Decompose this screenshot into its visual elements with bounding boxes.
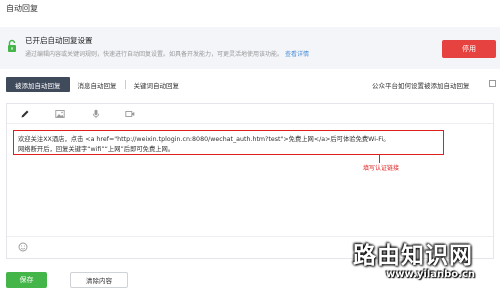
reply-text-line-1: 欢迎关注XX酒店，点击 <a href="http://weixin.tplog… xyxy=(18,136,390,143)
reply-content-highlight: 欢迎关注XX酒店，点击 <a href="http://weixin.tplog… xyxy=(13,130,444,155)
status-description-text: 通过编辑内容或关键词规则，快速进行自动回复设置。如具备开发能力，可更灵活地使用该… xyxy=(25,51,284,58)
reply-text-line-2: 网络断开后，回复关键字“wifi”“上网”后即可免费上网。 xyxy=(18,146,175,153)
disable-button[interactable]: 停用 xyxy=(442,40,496,58)
page-title: 自动回复 xyxy=(6,4,38,13)
help-link[interactable]: 公众平台如何设置被添加自动回复 xyxy=(372,80,470,90)
annotation-label: 填写认证链接 xyxy=(363,165,400,172)
clear-content-button[interactable]: 清除内容 xyxy=(70,272,128,288)
editor-toolbar xyxy=(7,104,493,124)
watermark-title: 路由知识网 xyxy=(353,242,473,269)
watermark-url: www.yilanbo.cn xyxy=(386,269,475,280)
pencil-icon[interactable] xyxy=(20,109,30,119)
emoji-icon[interactable] xyxy=(18,242,28,252)
help-checkbox[interactable] xyxy=(489,80,496,87)
view-details-link[interactable]: 查看详情 xyxy=(285,51,309,58)
reply-type-tabs: 被添加自动回复 消息自动回复 关键词自动回复 xyxy=(6,77,187,92)
tab-message-reply[interactable]: 消息自动回复 xyxy=(70,77,125,92)
status-description: 通过编辑内容或关键词规则，快速进行自动回复设置。如具备开发能力，可更灵活地使用该… xyxy=(25,49,309,58)
video-icon[interactable] xyxy=(125,109,135,119)
status-bar: 已开启自动回复设置 通过编辑内容或关键词规则，快速进行自动回复设置。如具备开发能… xyxy=(0,27,500,69)
lock-icon xyxy=(8,39,16,52)
tab-keyword-reply[interactable]: 关键词自动回复 xyxy=(126,77,188,92)
tab-follow-reply[interactable]: 被添加自动回复 xyxy=(6,77,70,92)
microphone-icon[interactable] xyxy=(91,109,101,119)
image-icon[interactable] xyxy=(55,109,65,119)
save-button[interactable]: 保存 xyxy=(6,272,47,288)
status-title: 已开启自动回复设置 xyxy=(25,36,93,45)
annotation-pointer xyxy=(379,155,380,163)
